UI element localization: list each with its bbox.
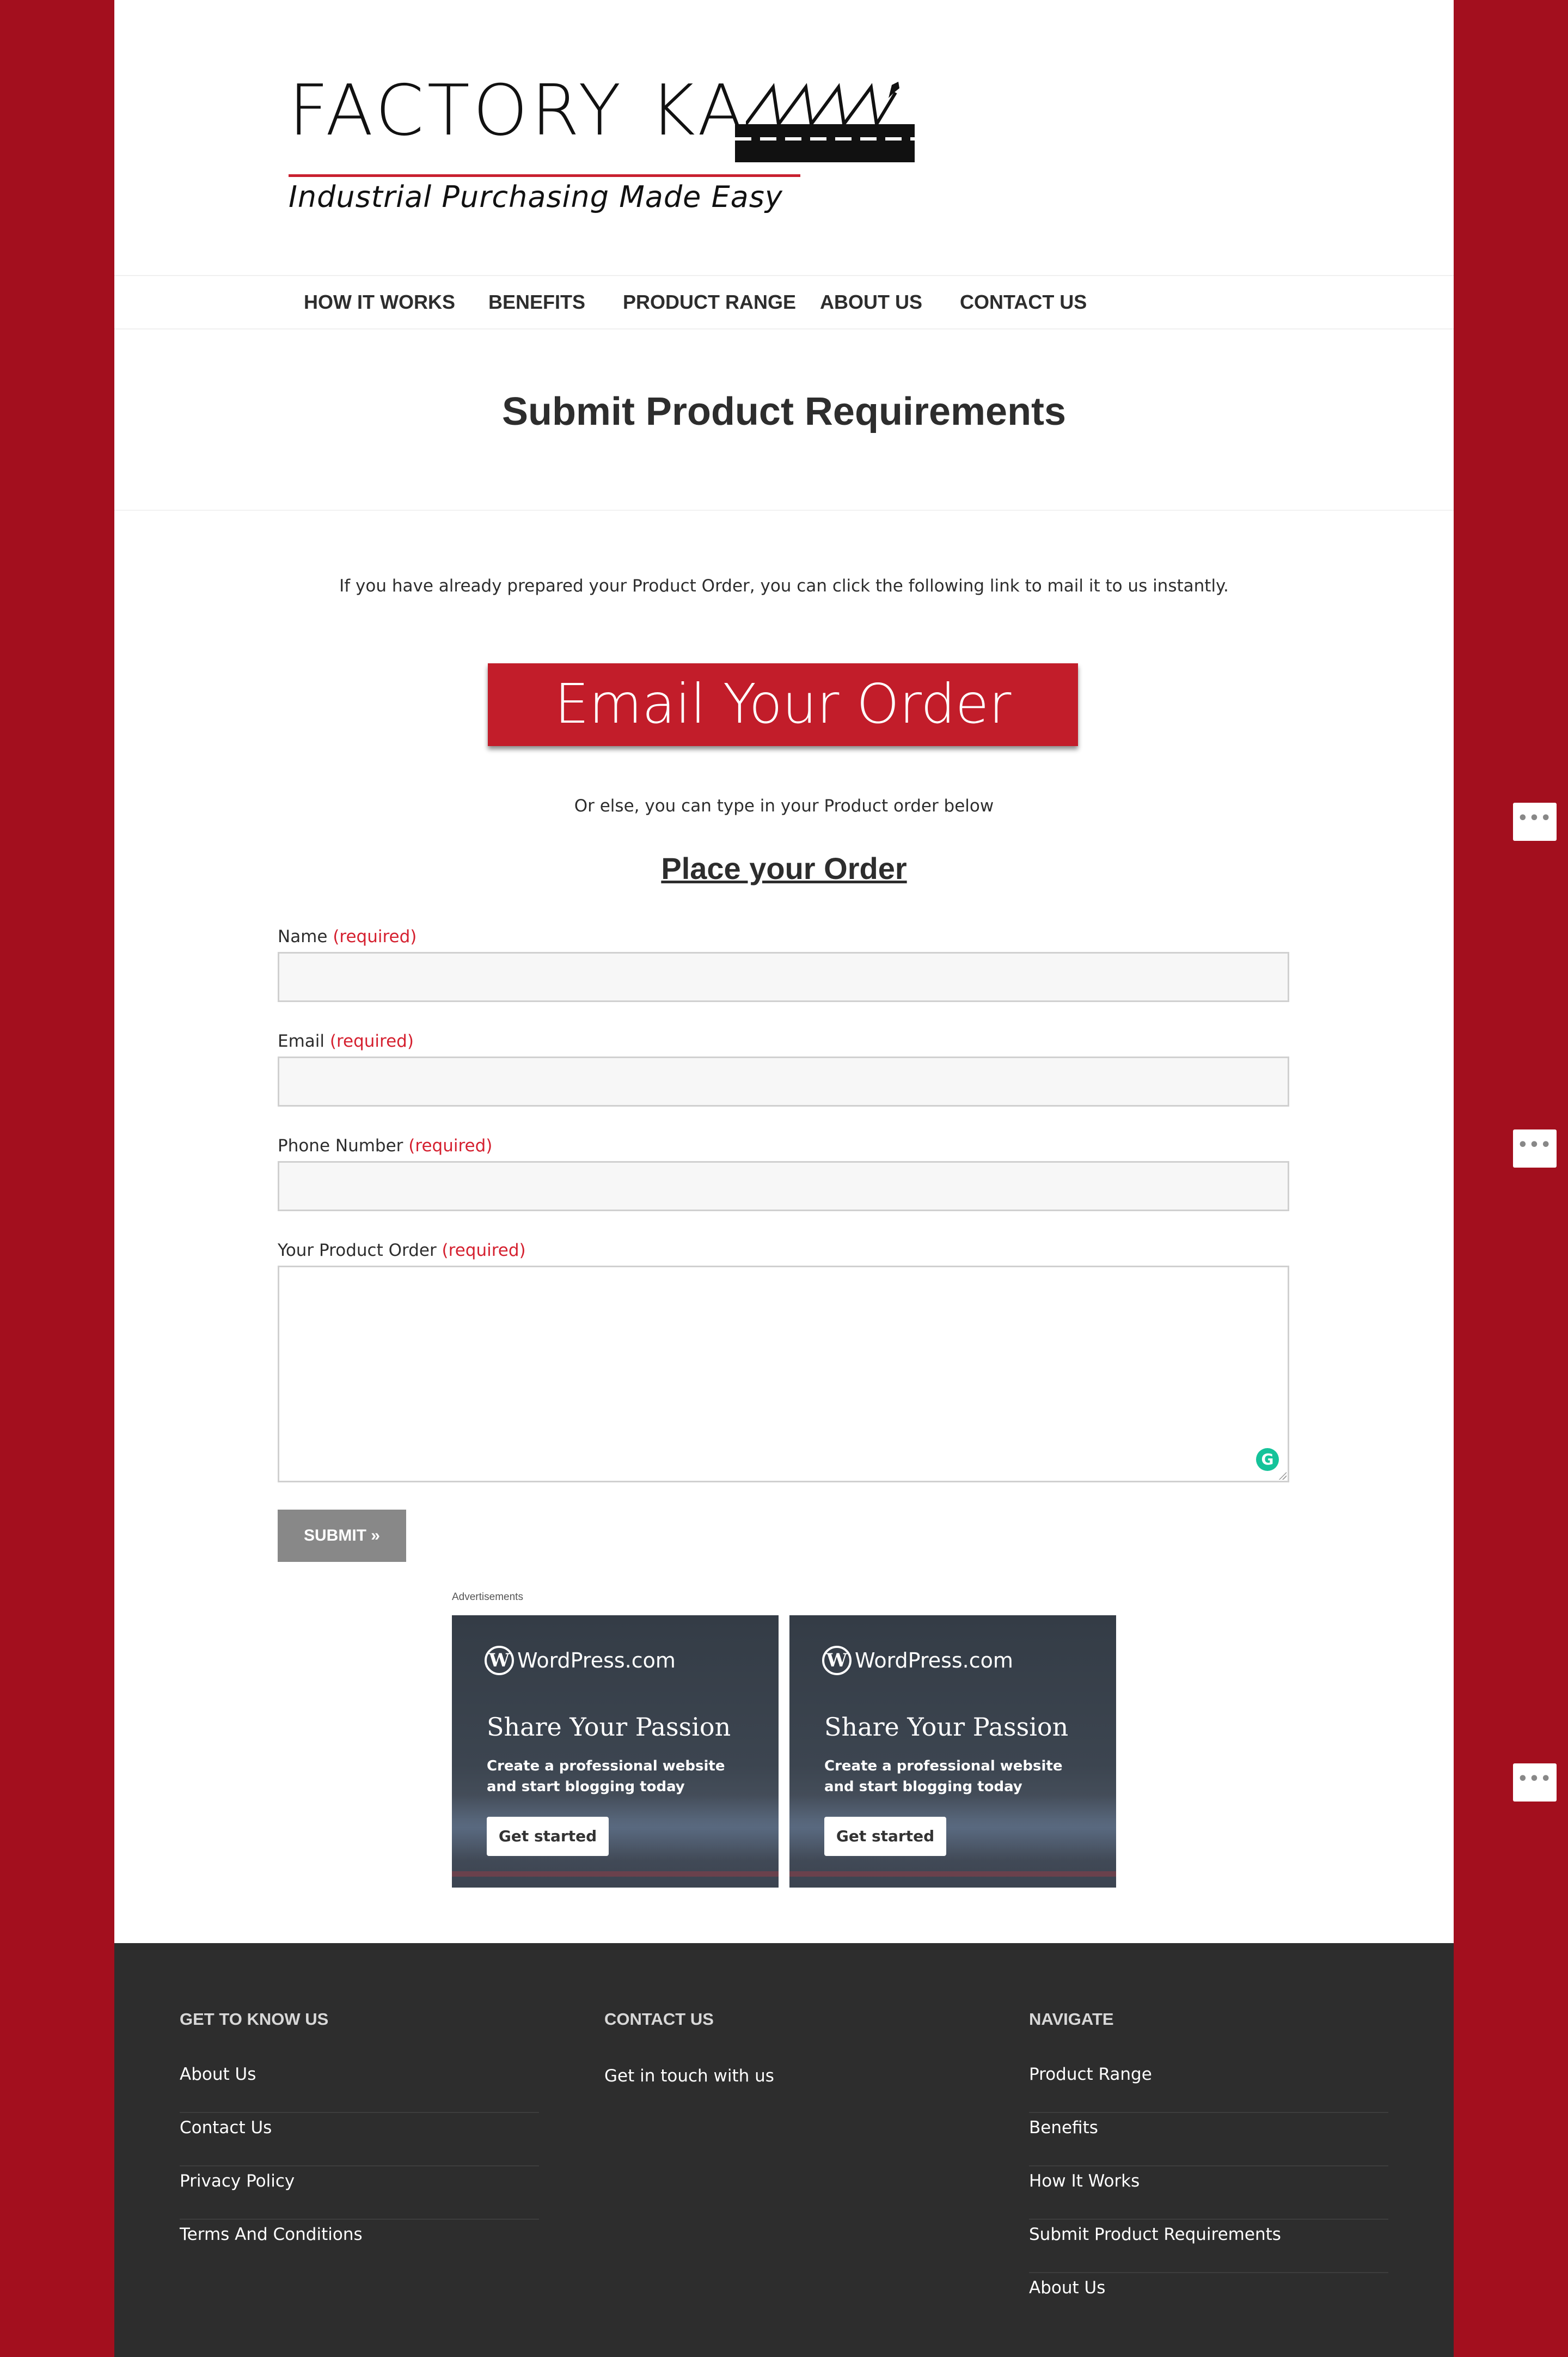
footer-column-navigate: NAVIGATE Product Range Benefits How It W… xyxy=(1029,2008,1388,2327)
footer-link-submit-requirements[interactable]: Submit Product Requirements xyxy=(1029,2225,1281,2244)
logo-underline xyxy=(289,174,800,177)
page-container: FACTORY KA Industrial Purchasing Made Ea… xyxy=(114,0,1454,2357)
site-logo[interactable]: FACTORY KA Industrial Purchasing Made Ea… xyxy=(289,60,920,223)
more-options-button[interactable]: ••• xyxy=(1513,803,1557,841)
ad-get-started-button[interactable]: Get started xyxy=(487,1817,609,1856)
logo-tagline: Industrial Purchasing Made Easy xyxy=(289,180,783,214)
footer-list-item: Product Range xyxy=(1029,2060,1388,2113)
nav-product-range[interactable]: PRODUCT RANGE xyxy=(623,276,796,328)
wordpress-icon: W xyxy=(485,1646,514,1675)
product-order-label: Your Product Order (required) xyxy=(278,1241,526,1260)
footer-link-terms[interactable]: Terms And Conditions xyxy=(180,2225,363,2244)
wordpress-logo: W WordPress.com xyxy=(485,1646,676,1675)
footer-link-how-it-works[interactable]: How It Works xyxy=(1029,2171,1140,2191)
footer-contact-text: Get in touch with us xyxy=(604,2066,774,2086)
resize-handle-icon[interactable] xyxy=(1278,1471,1287,1480)
phone-input[interactable] xyxy=(278,1161,1289,1211)
footer-link-contact-us[interactable]: Contact Us xyxy=(180,2118,272,2138)
footer-list-item: About Us xyxy=(1029,2273,1388,2327)
submit-button[interactable]: SUBMIT » xyxy=(278,1510,406,1562)
footer-list-item: How It Works xyxy=(1029,2166,1388,2220)
footer-list-item: Benefits xyxy=(1029,2113,1388,2166)
footer-list-item: Privacy Policy xyxy=(180,2166,539,2220)
footer-link-privacy-policy[interactable]: Privacy Policy xyxy=(180,2171,295,2191)
logo-roof-icon xyxy=(746,82,899,125)
footer-link-benefits[interactable]: Benefits xyxy=(1029,2118,1098,2138)
ad-get-started-button[interactable]: Get started xyxy=(824,1817,946,1856)
footer-list-item: About Us xyxy=(180,2060,539,2113)
footer-heading: GET TO KNOW US xyxy=(180,2010,329,2029)
more-options-button[interactable]: ••• xyxy=(1513,1763,1557,1802)
footer-column-contact-us: CONTACT US Get in touch with us xyxy=(604,2008,964,2086)
required-marker: (required) xyxy=(329,1031,414,1051)
logo-title: FACTORY KA xyxy=(289,70,749,151)
footer-link-about-us[interactable]: About Us xyxy=(1029,2278,1105,2298)
ad-subtext: Create a professional website and start … xyxy=(487,1758,725,1795)
ad-banner[interactable]: W WordPress.com Share Your Passion Creat… xyxy=(452,1615,779,1888)
footer-column-get-to-know-us: GET TO KNOW US About Us Contact Us Priva… xyxy=(180,2008,539,2273)
nav-contact-us[interactable]: CONTACT US xyxy=(960,276,1087,328)
email-label-text: Email xyxy=(278,1031,325,1051)
email-your-order-button[interactable]: Email Your Order xyxy=(488,663,1078,746)
name-label: Name (required) xyxy=(278,927,416,947)
ad-brand: WordPress.com xyxy=(517,1648,676,1672)
footer-heading: CONTACT US xyxy=(604,2010,714,2029)
main-nav: HOW IT WORKS BENEFITS PRODUCT RANGE ABOU… xyxy=(114,275,1454,329)
logo-factory-block xyxy=(735,124,915,162)
name-label-text: Name xyxy=(278,927,328,947)
nav-about-us[interactable]: ABOUT US xyxy=(820,276,922,328)
or-else-text: Or else, you can type in your Product or… xyxy=(574,796,994,816)
ads-label: Advertisements xyxy=(452,1591,523,1603)
required-marker: (required) xyxy=(408,1136,493,1156)
email-label: Email (required) xyxy=(278,1031,414,1051)
product-order-textarea[interactable]: G xyxy=(278,1266,1289,1482)
product-order-label-text: Your Product Order xyxy=(278,1241,437,1260)
wordpress-logo: W WordPress.com xyxy=(822,1646,1013,1675)
site-footer: GET TO KNOW US About Us Contact Us Priva… xyxy=(114,1943,1454,2357)
wordpress-icon: W xyxy=(822,1646,852,1675)
title-divider xyxy=(114,510,1454,511)
more-options-button[interactable]: ••• xyxy=(1513,1129,1557,1168)
footer-link-about-us[interactable]: About Us xyxy=(180,2065,256,2084)
intro-text: If you have already prepared your Produc… xyxy=(339,576,1229,596)
nav-benefits[interactable]: BENEFITS xyxy=(488,276,585,328)
ad-headline: Share Your Passion xyxy=(487,1712,731,1742)
footer-link-product-range[interactable]: Product Range xyxy=(1029,2065,1152,2084)
ad-brand: WordPress.com xyxy=(855,1648,1013,1672)
phone-label-text: Phone Number xyxy=(278,1136,403,1156)
footer-list-item: Submit Product Requirements xyxy=(1029,2220,1388,2273)
ad-headline: Share Your Passion xyxy=(824,1712,1069,1742)
required-marker: (required) xyxy=(442,1241,526,1260)
footer-heading: NAVIGATE xyxy=(1029,2010,1114,2029)
form-heading: Place your Order xyxy=(661,851,907,886)
phone-label: Phone Number (required) xyxy=(278,1136,492,1156)
grammarly-icon[interactable]: G xyxy=(1256,1448,1279,1471)
ad-banner[interactable]: W WordPress.com Share Your Passion Creat… xyxy=(789,1615,1116,1888)
nav-how-it-works[interactable]: HOW IT WORKS xyxy=(304,276,455,328)
required-marker: (required) xyxy=(333,927,417,947)
footer-list-item: Contact Us xyxy=(180,2113,539,2166)
name-input[interactable] xyxy=(278,952,1289,1002)
ad-subtext: Create a professional website and start … xyxy=(824,1758,1063,1795)
footer-list-item: Terms And Conditions xyxy=(180,2220,539,2273)
email-input[interactable] xyxy=(278,1057,1289,1107)
page-title: Submit Product Requirements xyxy=(501,390,1067,433)
